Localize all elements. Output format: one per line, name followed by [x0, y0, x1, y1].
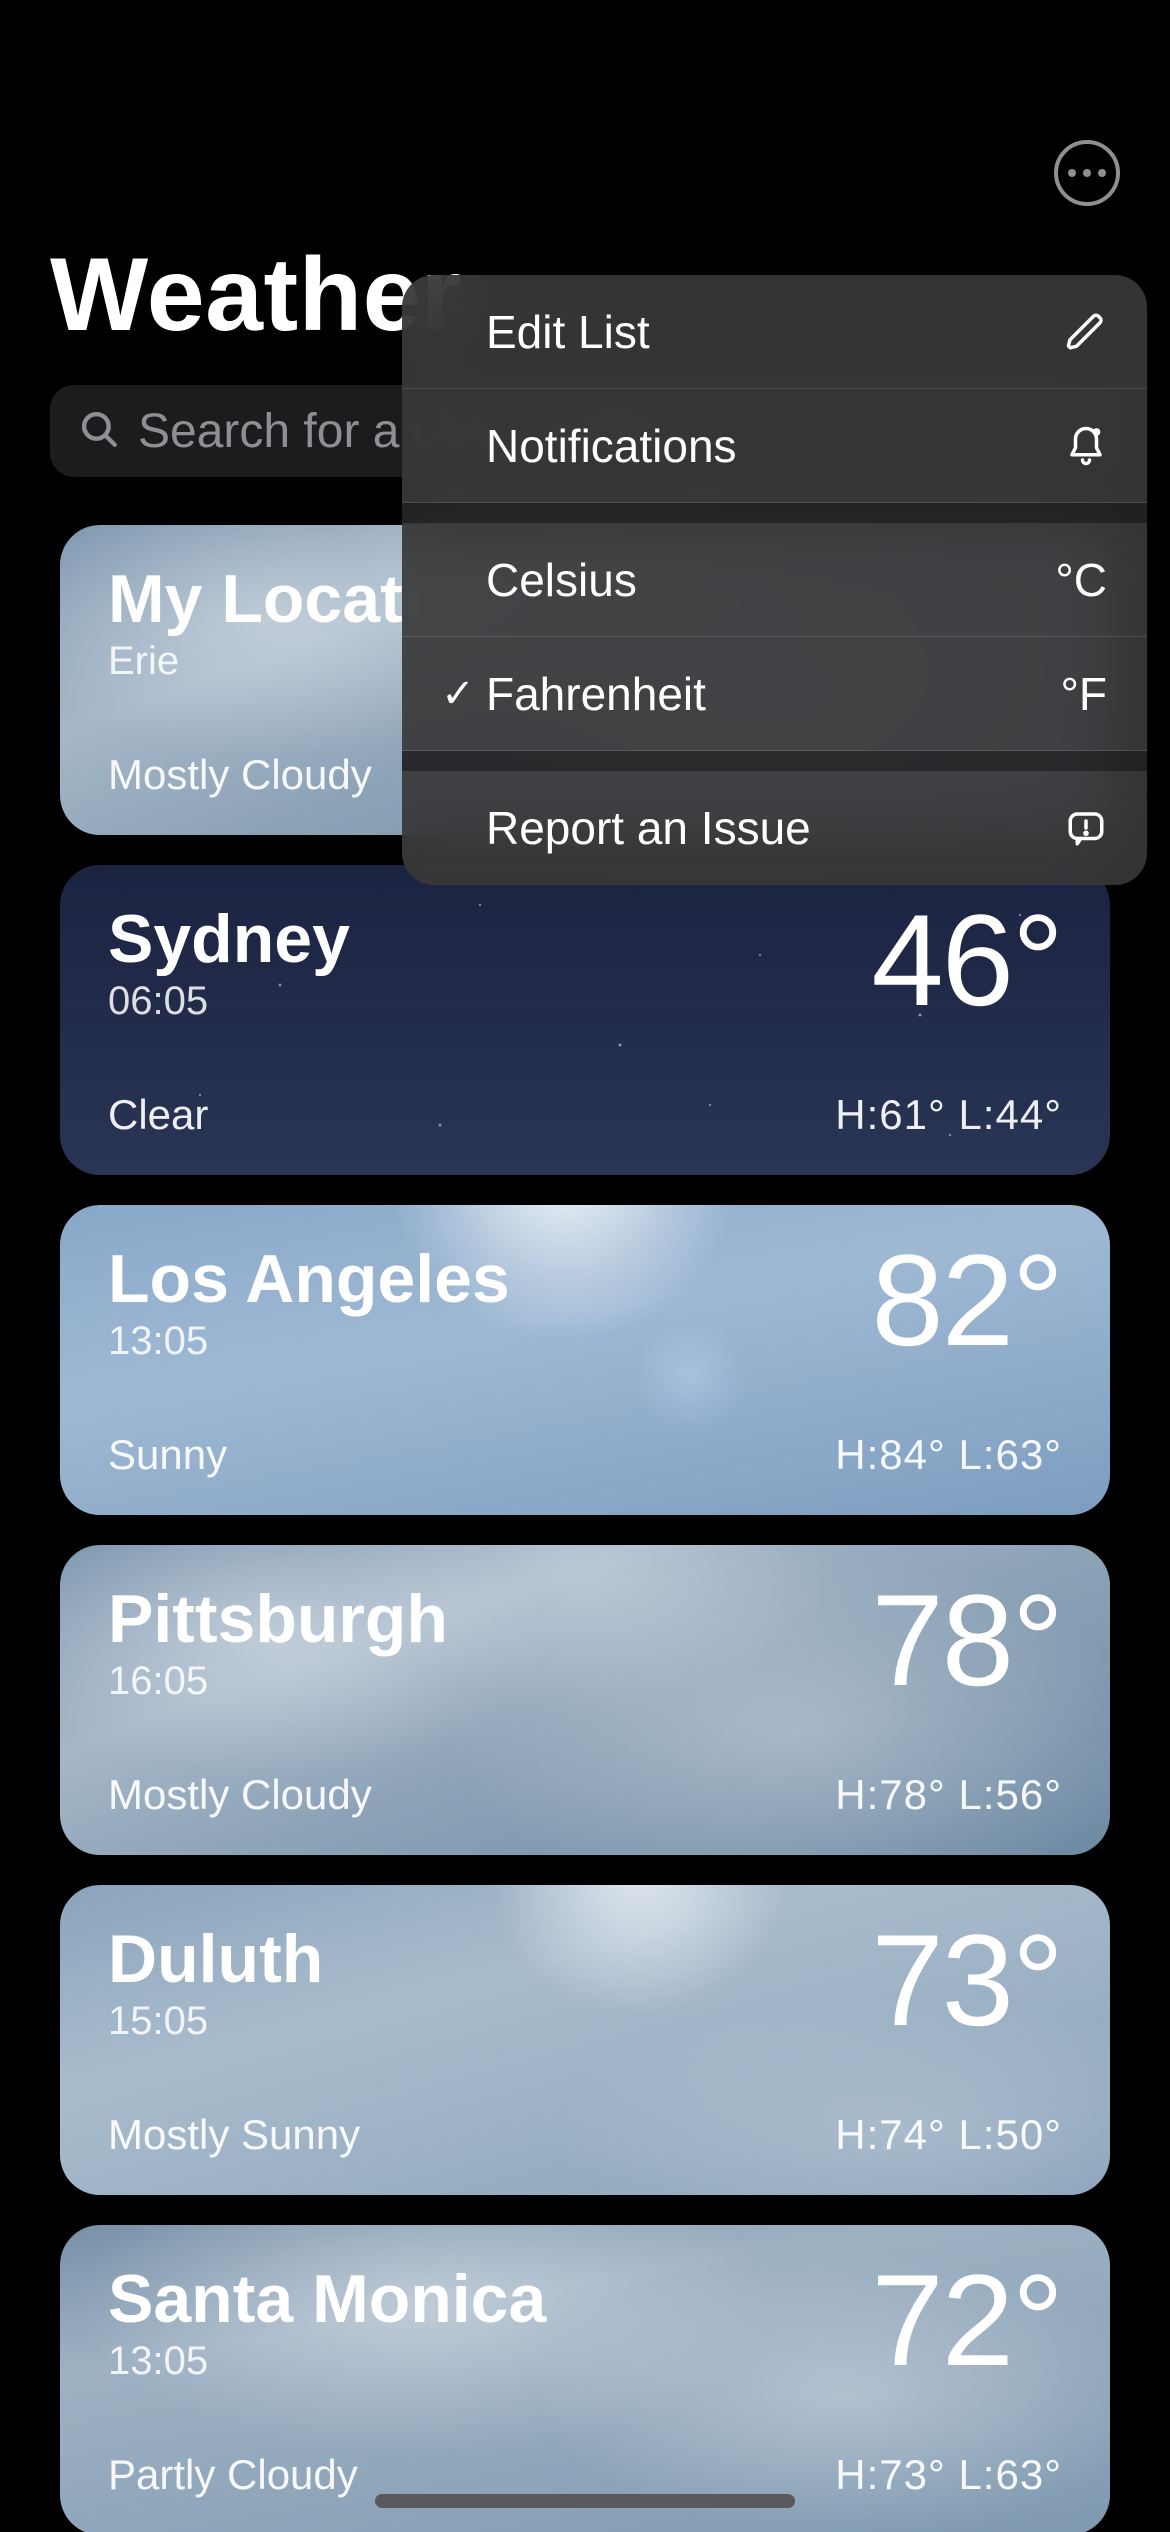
- high-low: H:61° L:44°: [835, 1091, 1062, 1139]
- temperature: 82°: [871, 1245, 1062, 1356]
- city-subline: 16:05: [108, 1659, 448, 1704]
- menu-separator: [402, 503, 1147, 523]
- condition-text: Mostly Cloudy: [108, 1771, 372, 1819]
- city-name: Santa Monica: [108, 2265, 546, 2333]
- menu-item-fahrenheit[interactable]: ✓ Fahrenheit °F: [402, 637, 1147, 751]
- report-icon: [1065, 807, 1107, 849]
- high-low: H:84° L:63°: [835, 1431, 1062, 1479]
- temperature: 46°: [871, 905, 1062, 1016]
- city-name: Duluth: [108, 1925, 323, 1993]
- menu-separator: [402, 751, 1147, 771]
- city-subline: 13:05: [108, 2339, 546, 2384]
- menu-item-unit: °C: [1055, 553, 1107, 607]
- search-icon: [78, 408, 120, 455]
- city-subline: 15:05: [108, 1999, 323, 2044]
- high-low: H:73° L:63°: [835, 2451, 1062, 2499]
- menu-item-report-an-issue[interactable]: Report an Issue: [402, 771, 1147, 885]
- weather-card[interactable]: Los Angeles 13:05 82° Sunny H:84° L:63°: [60, 1205, 1110, 1515]
- pencil-icon: [1065, 311, 1107, 353]
- high-low: H:74° L:50°: [835, 2111, 1062, 2159]
- city-subline: 13:05: [108, 1319, 510, 1364]
- options-menu: Edit List Notifications Celsius °C ✓ Fah…: [402, 275, 1147, 885]
- high-low: H:78° L:56°: [835, 1771, 1062, 1819]
- menu-item-label: Notifications: [486, 419, 1065, 473]
- menu-item-label: Celsius: [486, 553, 1055, 607]
- condition-text: Clear: [108, 1091, 208, 1139]
- checkmark-icon: ✓: [430, 671, 486, 717]
- menu-item-notifications[interactable]: Notifications: [402, 389, 1147, 503]
- menu-item-edit-list[interactable]: Edit List: [402, 275, 1147, 389]
- city-name: Sydney: [108, 905, 350, 973]
- weather-card[interactable]: Santa Monica 13:05 72° Partly Cloudy H:7…: [60, 2225, 1110, 2532]
- menu-item-label: Edit List: [486, 305, 1065, 359]
- more-button[interactable]: [1054, 140, 1120, 206]
- city-subline: 06:05: [108, 979, 350, 1024]
- weather-card[interactable]: Sydney 06:05 46° Clear H:61° L:44°: [60, 865, 1110, 1175]
- weather-card[interactable]: Duluth 15:05 73° Mostly Sunny H:74° L:50…: [60, 1885, 1110, 2195]
- condition-text: Partly Cloudy: [108, 2451, 358, 2499]
- condition-text: Mostly Sunny: [108, 2111, 360, 2159]
- condition-text: Mostly Cloudy: [108, 751, 372, 799]
- menu-item-label: Fahrenheit: [486, 667, 1061, 721]
- weather-card[interactable]: Pittsburgh 16:05 78° Mostly Cloudy H:78°…: [60, 1545, 1110, 1855]
- temperature: 72°: [871, 2265, 1062, 2376]
- bell-icon: [1065, 425, 1107, 467]
- temperature: 73°: [871, 1925, 1062, 2036]
- status-bar: [0, 0, 1170, 140]
- temperature: 78°: [871, 1585, 1062, 1696]
- condition-text: Sunny: [108, 1431, 227, 1479]
- menu-item-label: Report an Issue: [486, 801, 1065, 855]
- header-toolbar: [0, 140, 1170, 226]
- city-name: Los Angeles: [108, 1245, 510, 1313]
- city-name: Pittsburgh: [108, 1585, 448, 1653]
- menu-item-unit: °F: [1061, 667, 1108, 721]
- menu-item-celsius[interactable]: Celsius °C: [402, 523, 1147, 637]
